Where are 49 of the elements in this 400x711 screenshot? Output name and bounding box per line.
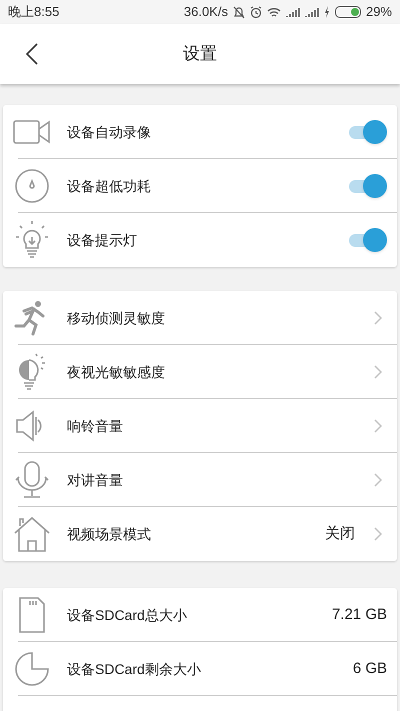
pie-chart-icon	[14, 651, 50, 687]
storage-value: 7.21 GB	[332, 604, 387, 625]
page-title: 设置	[183, 43, 217, 66]
sd-card-icon	[18, 596, 46, 634]
setting-label: 响铃音量	[67, 416, 124, 436]
setting-label: 对讲音量	[67, 470, 124, 490]
house-icon	[13, 515, 51, 553]
setting-label: 移动侦测灵敏度	[67, 308, 166, 328]
storage-value: 6 GB	[352, 658, 387, 679]
setting-value: 关闭	[325, 524, 355, 544]
signal-icon	[286, 6, 300, 18]
charging-icon	[324, 6, 330, 18]
toggle-switch[interactable]	[347, 174, 387, 198]
toggle-switch[interactable]	[347, 228, 387, 252]
menu-row[interactable]: 响铃音量	[3, 399, 397, 453]
menu-row[interactable]: 夜视光敏敏感度	[3, 345, 397, 399]
drop-circle-icon	[14, 168, 50, 204]
microphone-icon	[14, 460, 50, 500]
setting-label: 视频场景模式	[67, 524, 152, 544]
setting-row[interactable]: 设备超低功耗	[3, 159, 397, 213]
setting-row[interactable]: 设备提示灯	[3, 213, 397, 267]
video-camera-icon	[13, 120, 51, 144]
menu-row[interactable]: 视频场景模式 关闭	[3, 507, 397, 561]
wifi-icon	[266, 6, 281, 18]
chevron-right-icon	[373, 472, 383, 488]
setting-label: 设备提示灯	[67, 230, 138, 250]
half-bulb-icon	[16, 352, 48, 392]
setting-row[interactable]: 设备自动录像	[3, 105, 397, 159]
setting-label: 设备自动录像	[67, 122, 152, 142]
battery-percent: 29%	[366, 3, 392, 22]
setting-label: 设备SDCard剩余大小	[67, 660, 202, 678]
light-bulb-icon	[14, 220, 50, 260]
status-time: 晚上8:55	[8, 3, 60, 22]
setting-label: 夜视光敏敏感度	[67, 362, 166, 382]
setting-label: 设备超低功耗	[67, 176, 152, 196]
menu-row[interactable]: 移动侦测灵敏度	[3, 291, 397, 345]
setting-label: 设备SDCard总大小	[67, 606, 188, 624]
menu-row[interactable]: 对讲音量	[3, 453, 397, 507]
mute-bell-icon	[232, 6, 245, 18]
battery-icon	[334, 6, 361, 18]
alarm-clock-icon	[250, 6, 262, 18]
back-icon	[26, 43, 38, 65]
network-speed: 36.0K/s	[184, 3, 228, 22]
chevron-right-icon	[373, 310, 383, 326]
chevron-right-icon	[373, 364, 383, 380]
toggle-switch[interactable]	[347, 120, 387, 144]
signal-icon	[304, 6, 319, 18]
chevron-right-icon	[373, 418, 383, 434]
chevron-right-icon	[373, 526, 383, 542]
